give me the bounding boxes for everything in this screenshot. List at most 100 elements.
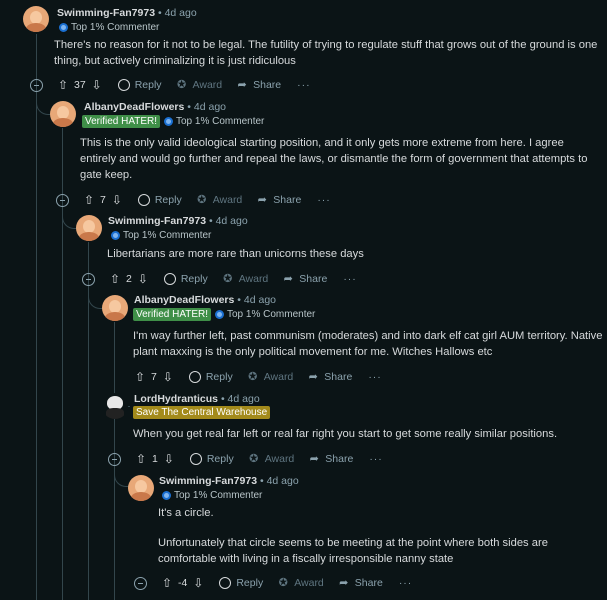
reply-button[interactable]: Reply <box>189 453 234 465</box>
award-icon: ✪ <box>223 273 233 285</box>
comment-time: 4d ago <box>193 101 227 113</box>
arrow-up-icon[interactable]: ⇧ <box>133 370 147 384</box>
award-icon: ✪ <box>176 79 187 91</box>
arrow-up-icon[interactable]: ⇧ <box>82 193 96 207</box>
share-button[interactable]: ➦ Share <box>338 577 383 589</box>
user-flair: Top 1% Commenter <box>111 229 211 242</box>
collapse-icon[interactable] <box>56 193 69 207</box>
award-button[interactable]: ✪ Award <box>196 194 242 206</box>
user-badge: Verified HATER! <box>82 115 161 128</box>
avatar[interactable] <box>102 295 128 321</box>
more-options-button[interactable]: ··· <box>369 453 383 465</box>
award-button[interactable]: ✪ Award <box>277 577 324 589</box>
arrow-down-icon[interactable]: ⇩ <box>191 576 205 590</box>
flair-icon <box>164 117 173 126</box>
reply-button[interactable]: Reply <box>219 577 263 589</box>
more-options-button[interactable]: ··· <box>297 79 311 91</box>
arrow-down-icon[interactable]: ⇩ <box>161 370 175 384</box>
comment-body: Unfortunately that circle seems to be me… <box>158 537 548 565</box>
comment-author[interactable]: Swimming-Fan7973 • 4d ago <box>108 215 248 227</box>
arrow-up-icon[interactable]: ⇧ <box>108 272 122 286</box>
comment-bubble-icon <box>219 577 232 589</box>
collapse-icon[interactable] <box>82 272 95 286</box>
collapse-icon[interactable] <box>30 78 43 92</box>
comment-bubble-icon <box>137 194 150 206</box>
flair-icon <box>111 231 120 240</box>
vote-score: 37 <box>74 79 86 91</box>
share-icon: ➦ <box>237 79 247 91</box>
comment-time: 4d ago <box>266 475 299 487</box>
comment-body: I'm way further left, past communism (mo… <box>133 330 603 358</box>
comment-time: 4d ago <box>243 294 277 306</box>
user-flair: Top 1% Commenter <box>162 489 262 502</box>
share-icon: ➦ <box>257 194 267 206</box>
reply-button[interactable]: Reply <box>188 371 233 383</box>
more-options-button[interactable]: ··· <box>368 371 382 383</box>
avatar[interactable] <box>50 101 76 127</box>
arrow-down-icon[interactable]: ⇩ <box>90 78 104 92</box>
arrow-down-icon[interactable]: ⇩ <box>136 272 150 286</box>
comment-body: There's no reason for it not to be legal… <box>54 39 598 67</box>
comment-actions: ⇧ 7 ⇩ Reply ✪ Award ➦ Share ··· <box>133 369 382 385</box>
comment-body: This is the only valid ideological start… <box>80 137 588 181</box>
comment-author[interactable]: LordHydranticus • 4d ago <box>134 393 260 405</box>
reply-button[interactable]: Reply <box>163 273 208 285</box>
arrow-up-icon[interactable]: ⇧ <box>134 452 148 466</box>
comment-author[interactable]: Swimming-Fan7973 • 4d ago <box>57 7 197 19</box>
arrow-down-icon[interactable]: ⇩ <box>162 452 176 466</box>
comment-actions: ⇧ 7 ⇩ Reply ✪ Award ➦ Share ··· <box>56 192 331 208</box>
user-flair: Top 1% Commenter <box>215 308 315 321</box>
vote-score: 1 <box>152 453 158 465</box>
arrow-down-icon[interactable]: ⇩ <box>110 193 124 207</box>
award-icon: ✪ <box>248 371 258 383</box>
avatar[interactable] <box>128 475 154 501</box>
user-flair: Top 1% Commenter <box>164 115 264 128</box>
avatar[interactable] <box>23 6 49 32</box>
avatar[interactable] <box>76 215 102 241</box>
arrow-up-icon[interactable]: ⇧ <box>56 78 70 92</box>
more-options-button[interactable]: ··· <box>343 273 357 285</box>
user-badge: Save The Central Warehouse <box>133 406 271 419</box>
user-badge: Verified HATER! <box>133 308 212 321</box>
share-button[interactable]: ➦ Share <box>256 194 302 206</box>
award-icon: ✪ <box>197 194 207 206</box>
flair-icon <box>215 310 224 319</box>
award-button[interactable]: ✪ Award <box>248 453 294 465</box>
share-button[interactable]: ➦ Share <box>282 273 328 285</box>
comment-bubble-icon <box>117 79 130 91</box>
comment-author[interactable]: AlbanyDeadFlowers • 4d ago <box>134 294 276 306</box>
share-icon: ➦ <box>309 453 319 465</box>
more-options-button[interactable]: ··· <box>399 577 413 589</box>
user-flair: Top 1% Commenter <box>59 21 159 34</box>
comment-author[interactable]: Swimming-Fan7973 • 4d ago <box>159 475 299 487</box>
comment-actions: ⇧ -4 ⇩ Reply ✪ Award ➦ Share ··· <box>134 575 412 591</box>
comment-body: When you get real far left or real far r… <box>133 428 558 440</box>
collapse-icon[interactable] <box>134 576 147 590</box>
award-button[interactable]: ✪ Award <box>222 273 268 285</box>
comment-body: It's a circle. <box>158 507 214 519</box>
comment-bubble-icon <box>188 371 201 383</box>
comment-bubble-icon <box>163 273 176 285</box>
comment-time: 4d ago <box>215 215 248 227</box>
collapse-icon[interactable] <box>108 452 121 466</box>
award-button[interactable]: ✪ Award <box>247 371 293 383</box>
award-button[interactable]: ✪ Award <box>176 79 222 91</box>
comment-body: Libertarians are more rare than unicorns… <box>107 248 364 260</box>
vote-score: -4 <box>178 577 188 589</box>
vote-score: 7 <box>151 371 157 383</box>
comment-actions: ⇧ 1 ⇩ Reply ✪ Award ➦ Share ··· <box>108 451 383 467</box>
share-button[interactable]: ➦ Share <box>307 371 353 383</box>
comment-author[interactable]: AlbanyDeadFlowers • 4d ago <box>84 101 226 113</box>
more-options-button[interactable]: ··· <box>317 194 331 206</box>
share-button[interactable]: ➦ Share <box>308 453 354 465</box>
reply-button[interactable]: Reply <box>137 194 182 206</box>
share-icon: ➦ <box>283 273 293 285</box>
flair-icon <box>162 491 171 500</box>
reply-button[interactable]: Reply <box>117 79 162 91</box>
avatar[interactable] <box>102 393 128 419</box>
share-button[interactable]: ➦ Share <box>236 79 282 91</box>
vote-score: 7 <box>100 194 106 206</box>
arrow-up-icon[interactable]: ⇧ <box>160 576 174 590</box>
thread-line <box>36 34 37 600</box>
share-icon: ➦ <box>308 371 318 383</box>
